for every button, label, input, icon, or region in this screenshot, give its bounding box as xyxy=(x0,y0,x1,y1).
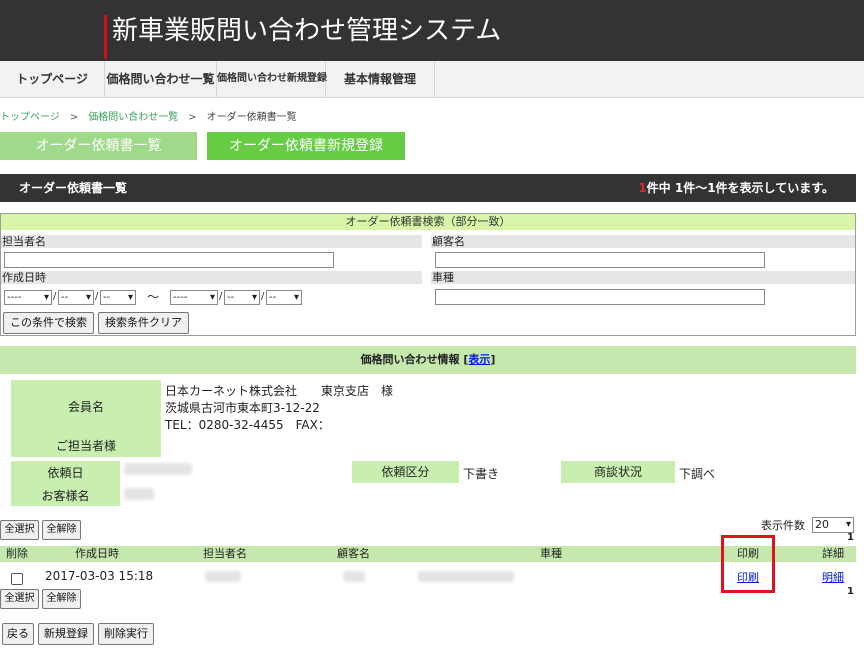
header-accent-bar xyxy=(104,15,107,59)
date-separator: / xyxy=(219,291,223,302)
per-page-label: 表示件数 xyxy=(761,519,805,532)
customer-name-input[interactable] xyxy=(435,252,765,268)
car-type-input[interactable] xyxy=(435,289,765,305)
request-type-value: 下書き xyxy=(463,467,500,481)
breadcrumb-current: オーダー依頼書一覧 xyxy=(206,112,297,123)
customer-name-info-label: お客様名 xyxy=(41,489,90,503)
result-count-text: 件中 1件～1件を表示しています。 xyxy=(646,181,834,195)
select-all-button-bottom[interactable]: 全選択 xyxy=(0,589,39,609)
highlight-box xyxy=(721,535,775,593)
col-car-type: 車種 xyxy=(540,547,562,560)
select-all-button[interactable]: 全選択 xyxy=(0,520,39,540)
bracket: ] xyxy=(490,353,496,366)
redacted-customer xyxy=(343,571,365,582)
row-delete-checkbox[interactable] xyxy=(11,573,23,585)
list-title: オーダー依頼書一覧 xyxy=(19,181,128,195)
nav-item-basic-info[interactable]: 基本情報管理 xyxy=(326,61,435,97)
info-header-title: 価格問い合わせ情報 xyxy=(360,353,460,366)
person-in-charge-label: ご担当者様 xyxy=(55,439,116,453)
date-from-year-select[interactable]: ---- xyxy=(4,290,52,305)
search-button[interactable]: この条件で検索 xyxy=(3,312,94,334)
search-panel-header: オーダー依頼書検索（部分一致） xyxy=(1,214,855,230)
person-name-label: 担当者名 xyxy=(1,235,422,248)
member-address: 茨城県古河市東本町3-12-22 xyxy=(165,401,320,415)
car-type-label: 車種 xyxy=(431,271,855,284)
app-header: 新車業販問い合わせ管理システム xyxy=(0,0,864,61)
member-tel-fax: TEL：0280-32-4455 FAX： xyxy=(165,418,330,432)
person-name-input[interactable] xyxy=(4,252,334,268)
breadcrumb-link-price-inquiry-list[interactable]: 価格問い合わせ一覧 xyxy=(88,112,178,123)
page-number-bottom[interactable]: 1 xyxy=(847,586,854,597)
page-number[interactable]: 1 xyxy=(847,532,854,543)
nav-item-top[interactable]: トップページ xyxy=(0,61,105,97)
request-type-label: 依頼区分 xyxy=(352,461,459,483)
breadcrumb: トップページ > 価格問い合わせ一覧 > オーダー依頼書一覧 xyxy=(0,108,297,123)
date-separator: / xyxy=(261,291,265,302)
col-customer: 顧客名 xyxy=(337,547,370,560)
member-name-cell: 会員名 ご担当者様 xyxy=(11,380,161,457)
date-range-tilde: ～ xyxy=(147,290,160,304)
redacted-request-date xyxy=(124,463,192,475)
result-count-number: 1 xyxy=(638,181,647,195)
app-title: 新車業販問い合わせ管理システム xyxy=(112,16,502,46)
back-button[interactable]: 戻る xyxy=(2,623,34,645)
row-created: 2017-03-03 15:18 xyxy=(45,569,154,583)
price-inquiry-info-header: 価格問い合わせ情報 [表示] xyxy=(0,346,856,374)
result-count: 1件中 1件～1件を表示しています。 xyxy=(638,174,834,202)
customer-name-label: 顧客名 xyxy=(431,235,855,248)
order-new-button[interactable]: オーダー依頼書新規登録 xyxy=(207,132,405,160)
per-page-select[interactable]: 20 xyxy=(812,517,854,533)
redacted-person xyxy=(205,571,241,582)
nav-item-price-inquiry-list[interactable]: 価格問い合わせ一覧 xyxy=(105,61,217,97)
member-company: 日本カーネット株式会社 東京支店 様 xyxy=(165,384,394,398)
request-date-cell: 依頼日 お客様名 xyxy=(11,461,120,506)
date-to-month-select[interactable]: -- xyxy=(224,290,260,305)
date-separator: / xyxy=(53,291,57,302)
status-value: 下調べ xyxy=(679,467,716,481)
redacted-customer-name xyxy=(124,488,154,500)
status-label: 商談状況 xyxy=(561,461,675,483)
date-from-day-select[interactable]: -- xyxy=(100,290,136,305)
col-detail: 詳細 xyxy=(822,547,844,560)
search-panel: オーダー依頼書検索（部分一致） 担当者名 顧客名 作成日時 車種 ---- / … xyxy=(0,213,856,336)
date-to-day-select[interactable]: -- xyxy=(266,290,302,305)
request-date-label: 依頼日 xyxy=(47,466,84,480)
show-info-link[interactable]: 表示 xyxy=(468,353,490,366)
nav-item-price-inquiry-new[interactable]: 価格問い合わせ新規登録 xyxy=(217,61,327,97)
list-title-bar: オーダー依頼書一覧 1件中 1件～1件を表示しています。 xyxy=(0,174,856,202)
col-person: 担当者名 xyxy=(203,547,247,560)
redacted-car-type xyxy=(418,571,514,582)
date-separator: / xyxy=(95,291,99,302)
deselect-all-button-bottom[interactable]: 全解除 xyxy=(42,589,81,609)
main-nav: トップページ 価格問い合わせ一覧 価格問い合わせ新規登録 基本情報管理 xyxy=(0,61,864,98)
col-delete: 削除 xyxy=(6,547,28,560)
col-created: 作成日時 xyxy=(75,547,119,560)
created-date-label: 作成日時 xyxy=(1,271,422,284)
member-name-label: 会員名 xyxy=(67,400,104,414)
order-list-button[interactable]: オーダー依頼書一覧 xyxy=(0,132,197,160)
clear-search-button[interactable]: 検索条件クリア xyxy=(98,312,189,334)
delete-execute-button[interactable]: 削除実行 xyxy=(98,623,154,645)
date-to-year-select[interactable]: ---- xyxy=(170,290,218,305)
breadcrumb-separator: > xyxy=(188,112,197,123)
breadcrumb-separator: > xyxy=(69,112,79,123)
deselect-all-button[interactable]: 全解除 xyxy=(42,520,81,540)
breadcrumb-link-top[interactable]: トップページ xyxy=(0,112,60,123)
new-register-button[interactable]: 新規登録 xyxy=(38,623,94,645)
date-from-month-select[interactable]: -- xyxy=(58,290,94,305)
detail-link[interactable]: 明細 xyxy=(822,569,844,585)
